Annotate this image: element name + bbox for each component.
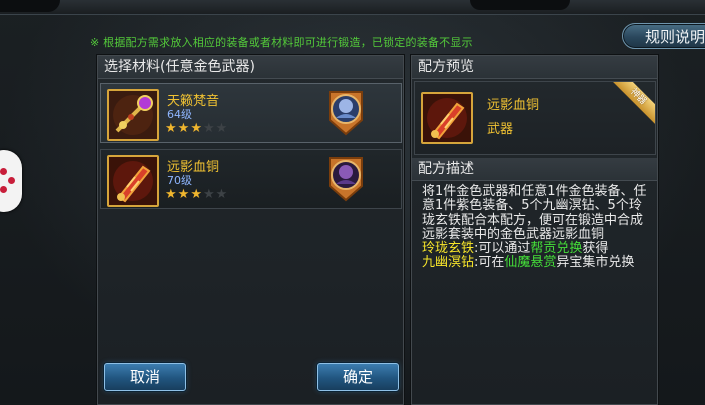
recipe-panel: 配方预览 远影血铜 武器 神器 配方描述 将1件金色武器和任意1件金色装备、任意…: [411, 55, 658, 405]
star-rating: ★★★★★: [165, 187, 228, 202]
star-filled-icon: ★: [190, 187, 203, 202]
artifact-ribbon: 神器: [608, 82, 655, 127]
star-filled-icon: ★: [177, 121, 191, 136]
material-item-tianlai[interactable]: 天籁梵音 64级 ★★★★★: [100, 83, 402, 143]
recipe-preview-title: 配方预览: [412, 56, 657, 79]
material-source-text: :可以通过: [474, 241, 531, 257]
cancel-button[interactable]: 取消: [104, 363, 186, 391]
blade-weapon-icon: [109, 157, 157, 205]
material-item-yuanying[interactable]: 远影血铜 70级 ★★★★★: [100, 149, 402, 209]
material-source-text: 异宝集市兑换: [556, 255, 635, 271]
guild-exchange-link[interactable]: 帮贡兑换: [530, 241, 582, 256]
dot: [0, 186, 7, 193]
forging-notice: ※ 根据配方需求放入相应的装备或者材料即可进行锻造，已锁定的装备不显示: [90, 36, 473, 49]
recipe-preview-card: 远影血铜 武器 神器: [414, 81, 656, 155]
bounty-link[interactable]: 仙魔悬赏: [504, 255, 556, 270]
confirm-button[interactable]: 确定: [317, 363, 399, 391]
star-empty-icon: ★: [202, 121, 216, 136]
material-name-linglong: 玲珑玄铁: [422, 241, 475, 257]
recipe-description: 将1件金色武器和任意1件金色装备、任意1件紫色装备、5个九幽溟钻、5个玲珑玄铁配…: [422, 184, 650, 271]
item-icon-frame: [107, 89, 159, 141]
star-rating: ★★★★★: [165, 121, 228, 136]
material-source-text: :可在: [474, 255, 505, 271]
character-portrait-badge-icon: [329, 91, 363, 136]
recipe-item-name: 远影血铜: [487, 98, 540, 113]
recipe-item-type: 武器: [487, 122, 514, 137]
item-icon-frame: [107, 155, 159, 207]
frame-notch-center: [470, 0, 570, 10]
recipe-description-title: 配方描述: [412, 158, 657, 181]
top-frame: [0, 0, 705, 15]
floating-menu-icon[interactable]: [0, 150, 22, 212]
scepter-weapon-icon: [109, 91, 157, 139]
material-source-text: 获得: [582, 241, 609, 257]
material-panel-title: 选择材料(任意金色武器): [98, 56, 403, 79]
material-level: 70级: [167, 174, 192, 187]
blade-weapon-icon: [423, 94, 471, 142]
star-empty-icon: ★: [215, 187, 229, 202]
dot: [0, 168, 7, 175]
star-filled-icon: ★: [190, 121, 203, 136]
description-body: 将1件金色武器和任意1件金色装备、任意1件紫色装备、5个九幽溟钻、5个玲珑玄铁配…: [422, 184, 647, 242]
star-filled-icon: ★: [165, 187, 178, 202]
material-select-panel: 选择材料(任意金色武器) 天籁梵音 64级 ★★★★★ 远影血铜 70级 ★★★…: [97, 55, 404, 405]
star-filled-icon: ★: [177, 187, 191, 202]
material-name-jiuyou: 九幽溟钻: [422, 255, 475, 271]
star-empty-icon: ★: [202, 187, 216, 202]
star-filled-icon: ★: [165, 121, 178, 136]
material-level: 64级: [167, 108, 192, 121]
rules-button[interactable]: 规则说明: [622, 23, 705, 49]
character-portrait-badge-icon: [329, 157, 363, 202]
recipe-item-frame: [421, 92, 473, 144]
dot: [8, 177, 15, 184]
frame-notch-left: [0, 0, 60, 12]
star-empty-icon: ★: [215, 121, 229, 136]
